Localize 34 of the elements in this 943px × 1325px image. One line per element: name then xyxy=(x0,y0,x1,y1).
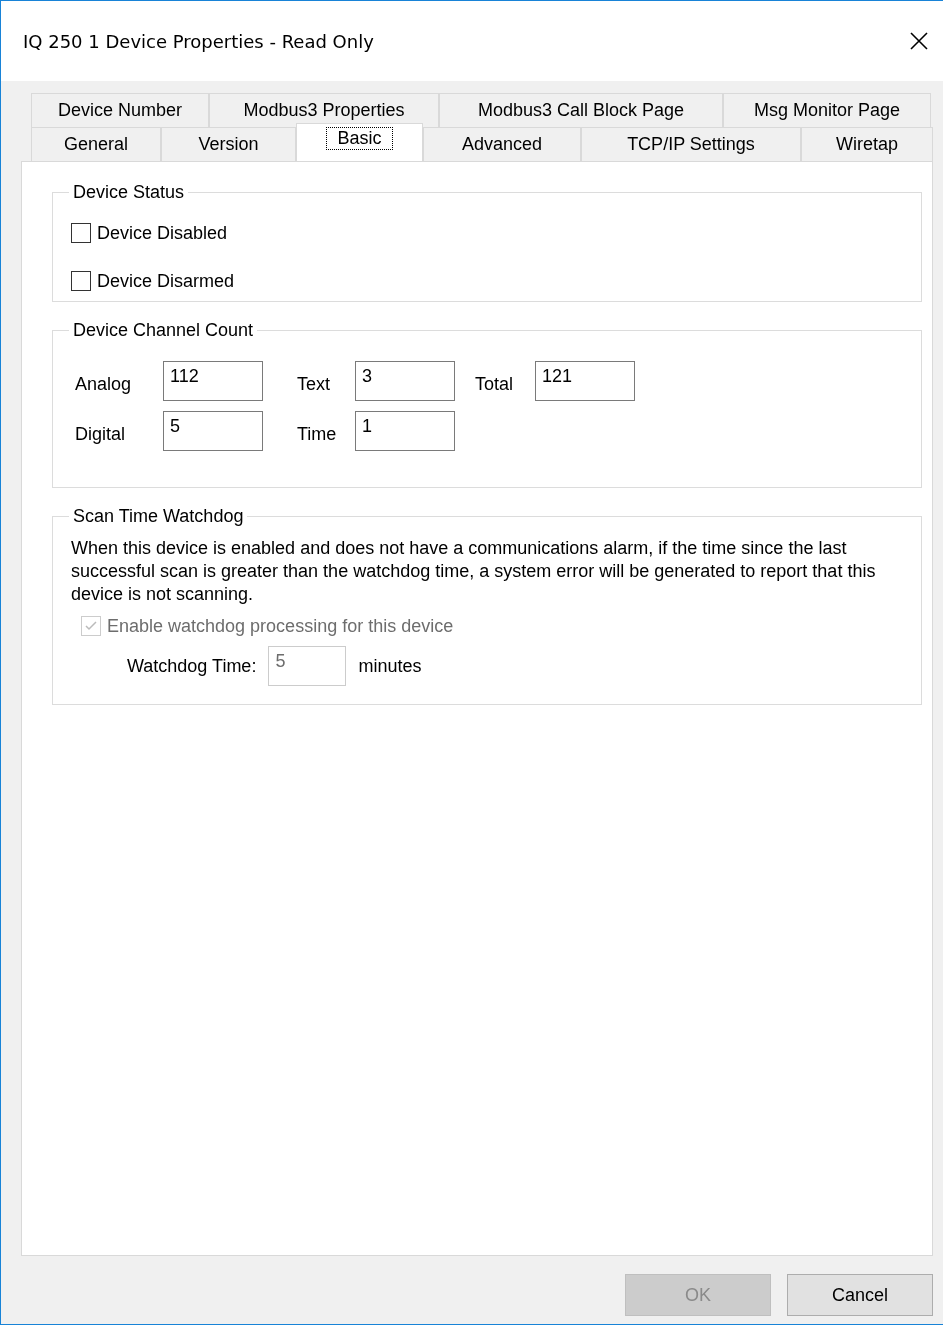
tab[interactable]: Wiretap xyxy=(801,127,933,161)
field-label: Total xyxy=(474,372,515,395)
checkbox-label: Device Disabled xyxy=(97,222,228,244)
group-title: Scan Time Watchdog xyxy=(72,506,245,527)
input-field[interactable]: 3 xyxy=(355,361,455,401)
input-field[interactable]: 121 xyxy=(535,361,635,401)
checkbox[interactable] xyxy=(71,223,91,243)
cancel-button[interactable]: Cancel xyxy=(787,1274,933,1316)
close-icon[interactable] xyxy=(909,31,929,51)
tab[interactable]: Advanced xyxy=(423,127,581,161)
input-field[interactable]: 5 xyxy=(163,411,263,451)
field-label: Time xyxy=(296,422,338,445)
window-title: IQ 250 1 Device Properties - Read Only xyxy=(23,30,374,52)
tab[interactable]: TCP/IP Settings xyxy=(581,127,801,161)
description-text: When this device is enabled and does not have a communications alarm, if the time since the last successful scan is greater than the watchdog time, a system error will be generated to report that this device is not scanning. xyxy=(71,537,877,606)
unit-label: minutes xyxy=(358,655,422,677)
tab[interactable]: Version xyxy=(161,127,296,161)
field-label: Analog xyxy=(75,372,133,395)
tab[interactable]: General xyxy=(31,127,161,161)
field-label: Digital xyxy=(75,422,127,445)
group-title: Device Channel Count xyxy=(72,320,255,341)
input-field[interactable]: 112 xyxy=(163,361,263,401)
checkbox-label: Device Disarmed xyxy=(97,270,235,292)
group-title: Device Status xyxy=(72,182,186,203)
field-label: Watchdog Time: xyxy=(127,655,257,677)
tab[interactable]: Modbus3 Properties xyxy=(209,93,439,127)
checkbox-label: Enable watchdog processing for this device xyxy=(107,615,454,637)
tab[interactable]: Msg Monitor Page xyxy=(723,93,931,127)
tab[interactable]: Basic xyxy=(296,123,423,161)
tab[interactable]: Device Number xyxy=(31,93,209,127)
tab[interactable]: Modbus3 Call Block Page xyxy=(439,93,723,127)
input-field[interactable]: 1 xyxy=(355,411,455,451)
checkbox[interactable] xyxy=(71,271,91,291)
field-label: Text xyxy=(296,372,331,395)
